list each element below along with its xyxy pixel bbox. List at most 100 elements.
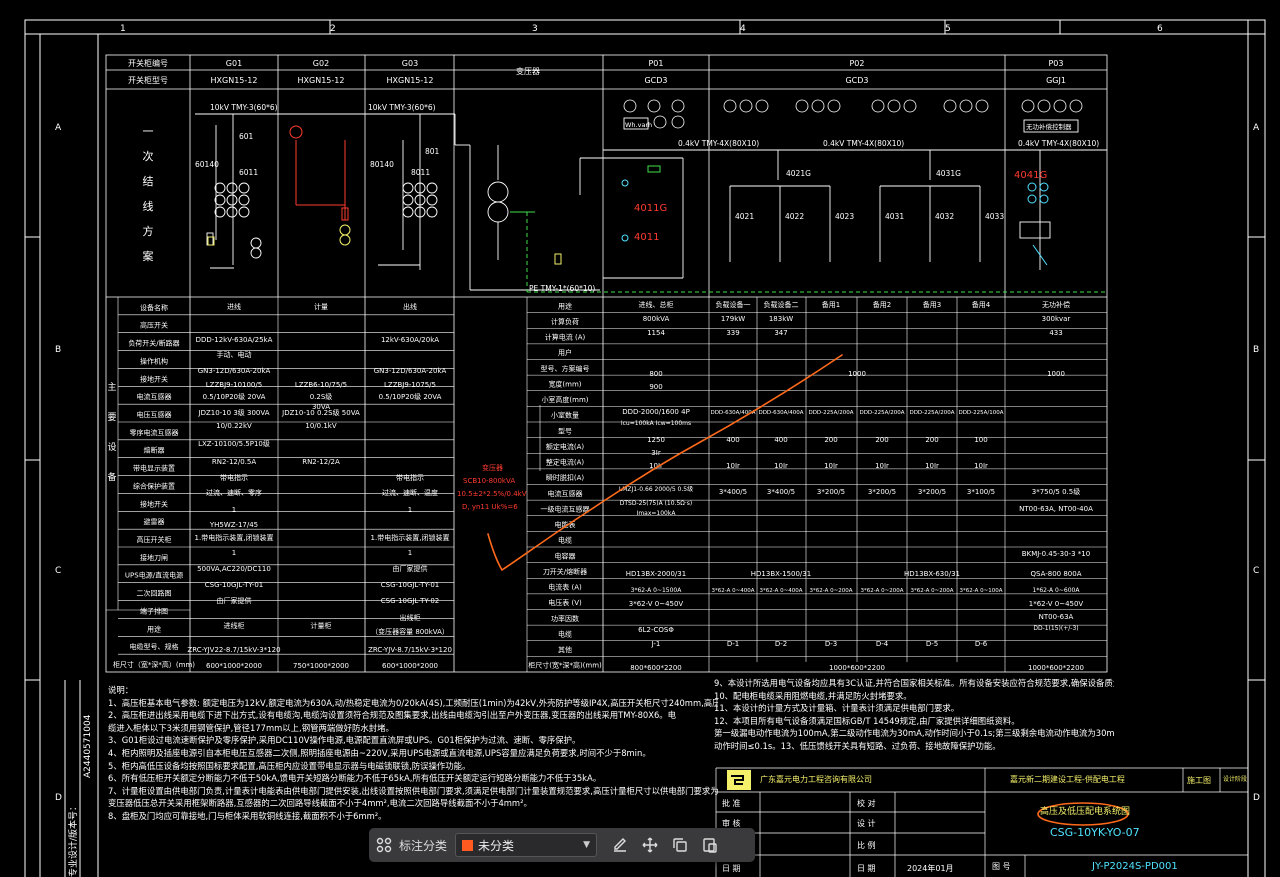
svg-text:DDD-630A/400A: DDD-630A/400A <box>710 410 755 416</box>
svg-text:3*200/5: 3*200/5 <box>817 488 845 496</box>
hv-row-label: 电缆型号、规格 <box>130 642 179 651</box>
svg-text:1000*600*2200: 1000*600*2200 <box>829 664 885 672</box>
note-line: 动作时间≤0.1s。13、低压馈线开关具有短路、过负荷、接地故障保护功能。 <box>714 740 1001 751</box>
svg-text:过流、速断、温度: 过流、速断、温度 <box>382 488 438 497</box>
svg-text:批 准: 批 准 <box>722 798 741 808</box>
feeder-label: 4022 <box>785 212 804 221</box>
move-icon[interactable] <box>635 830 665 860</box>
cabinet-no: G01 <box>226 59 242 68</box>
row-letter: D <box>1253 793 1260 803</box>
hv-row-label: 高压开关 <box>140 321 168 330</box>
transformer-green <box>510 165 1107 293</box>
svg-text:NT00-63A, NT00-40A: NT00-63A, NT00-40A <box>1019 505 1093 513</box>
grid-icon[interactable] <box>369 828 399 862</box>
svg-text:JDZ10-10 3级 300VA: JDZ10-10 3级 300VA <box>198 408 270 417</box>
svg-text:过流、速断、零序: 过流、速断、零序 <box>206 488 262 497</box>
svg-text:600*1000*2000: 600*1000*2000 <box>206 662 262 670</box>
notes-left: 说明： 1、高压柜基本电气参数: 额定电压为12kV,额定电流为630A,动/热… <box>108 684 718 823</box>
bus-label: 0.4kV TMY-4X(80X10) <box>678 139 759 148</box>
svg-text:日 期: 日 期 <box>857 864 876 873</box>
svg-text:1: 1 <box>232 506 236 514</box>
cabinet-no: G03 <box>402 59 418 68</box>
hv-row-label: 柜尺寸（宽*深*高）(mm) <box>113 660 195 669</box>
drawing-code: CSG-10YK-YO-07 <box>1050 826 1140 839</box>
svg-text:600*1000*2000: 600*1000*2000 <box>382 662 438 670</box>
svg-text:DDD-225A/100A: DDD-225A/100A <box>958 410 1003 416</box>
header-text: 开关柜编号 开关柜型号 G01 HXGN15-12 G02 HXGN15-12 … <box>128 58 1066 85</box>
note-line: 7、计量柜设置由供电部门负责,计量表计电能表由供电部门提供安装,出线设置按照供电… <box>108 785 718 796</box>
svg-text:3*62-A 0~400A: 3*62-A 0~400A <box>760 588 803 594</box>
lv-row-label: 功率因数 <box>551 614 579 623</box>
switch-label: 4041G <box>1014 170 1047 181</box>
svg-text:由厂家提供: 由厂家提供 <box>393 564 428 573</box>
switch-label: 6011 <box>239 168 258 177</box>
note-line: 12、本项目所有电气设备须满足国标GB/T 14549规定,由厂家提供详细图纸资… <box>714 715 1020 726</box>
note-line: 10、配电柜电缆采用阻燃电缆,并满足防火封堵要求。 <box>714 690 912 701</box>
svg-text:100: 100 <box>974 436 987 444</box>
svg-text:1*62-A 0~600A: 1*62-A 0~600A <box>1033 587 1081 594</box>
svg-text:日 期: 日 期 <box>722 864 741 873</box>
svg-text:无功补偿: 无功补偿 <box>1042 300 1070 309</box>
svg-text:500VA,AC220/DC110: 500VA,AC220/DC110 <box>197 565 271 573</box>
lv-row-label: 用途 <box>558 301 572 310</box>
switch-label: 60140 <box>195 160 219 169</box>
switch-label: 601 <box>239 132 254 141</box>
cabinet-no: P03 <box>1048 59 1063 68</box>
hv-row-label: 操作机构 <box>140 356 168 365</box>
copy-icon[interactable] <box>665 830 695 860</box>
meter-label: Wh.varh <box>625 121 652 129</box>
svg-text:变压器: 变压器 <box>482 463 503 472</box>
svg-text:10/0.1kV: 10/0.1kV <box>305 422 336 430</box>
svg-text:CSG-10GJL-TY-02: CSG-10GJL-TY-02 <box>381 597 440 605</box>
svg-text:900: 900 <box>649 383 662 391</box>
hv-row-label: 避雷器 <box>144 517 165 526</box>
svg-text:3*400/5: 3*400/5 <box>719 488 747 496</box>
side-code: A2440571004 <box>83 714 93 778</box>
note-line: 1、高压柜基本电气参数: 额定电压为12kV,额定电流为630A,动/热稳定电流… <box>108 697 718 708</box>
lv-meters <box>623 99 1083 129</box>
drawing-no: JY-P2024S-PD001 <box>1091 861 1178 872</box>
svg-text:QSA-800 800A: QSA-800 800A <box>1031 570 1082 578</box>
svg-text:设: 设 <box>107 442 116 453</box>
lv-row-label: 宽度(mm) <box>548 379 581 388</box>
lv-row-label: 电缆 <box>558 629 572 638</box>
svg-text:（变压器容量 800kVA）: （变压器容量 800kVA） <box>371 627 449 636</box>
hv-row-label: 端子排图 <box>140 606 168 615</box>
svg-text:NT00-63A: NT00-63A <box>1039 613 1074 621</box>
svg-text:800*600*2200: 800*600*2200 <box>630 664 682 672</box>
svg-text:1: 1 <box>408 549 412 557</box>
lv-row-label: 整定电流(A) <box>546 458 585 467</box>
svg-text:HD13BX-630/31: HD13BX-630/31 <box>904 570 960 578</box>
svg-text:备用1: 备用1 <box>822 300 840 309</box>
paste-icon[interactable] <box>695 830 725 860</box>
svg-text:负载设备一: 负载设备一 <box>716 300 751 309</box>
svg-text:1.带电指示装置,闭锁装置: 1.带电指示装置,闭锁装置 <box>371 533 450 542</box>
svg-text:带电指示: 带电指示 <box>220 473 248 482</box>
hv-row-label: 接地开关 <box>140 499 168 508</box>
svg-text:3*200/5: 3*200/5 <box>918 488 946 496</box>
svg-text:案: 案 <box>143 249 154 263</box>
category-select[interactable]: 未分类 ▼ <box>455 833 598 857</box>
hv-row-label: 用途 <box>147 624 161 633</box>
svg-text:LXZ-10100/5.5P10级: LXZ-10100/5.5P10级 <box>198 439 270 448</box>
svg-text:由厂家提供: 由厂家提供 <box>217 596 252 605</box>
svg-text:1.带电指示装置,闭锁装置: 1.带电指示装置,闭锁装置 <box>195 533 274 542</box>
col-number: 3 <box>532 24 538 34</box>
lv-row-label: 电压表 (V) <box>548 598 582 607</box>
lv-row-label: 其他 <box>558 645 572 654</box>
lv-row-label: 型号 <box>558 426 572 435</box>
svg-text:10Ir: 10Ir <box>774 462 788 470</box>
lv-row-label: 计算电流 (A) <box>545 333 586 342</box>
category-label: 标注分类 <box>399 838 448 853</box>
cabinet-no: G02 <box>313 59 329 68</box>
bus-label: 0.4kV TMY-4X(80X10) <box>1018 139 1099 148</box>
svg-text:3*62-A 0~400A: 3*62-A 0~400A <box>712 588 755 594</box>
switch-label: 801 <box>425 147 440 156</box>
row-letter: D <box>55 793 62 803</box>
svg-text:CSG-10GJL-TY-01: CSG-10GJL-TY-01 <box>205 581 264 589</box>
edit-icon[interactable] <box>605 830 635 860</box>
svg-text:进线柜: 进线柜 <box>224 621 245 630</box>
col-number: 2 <box>330 24 336 34</box>
row-letter: B <box>1253 345 1259 355</box>
svg-text:3*62-V 0~450V: 3*62-V 0~450V <box>629 600 684 608</box>
